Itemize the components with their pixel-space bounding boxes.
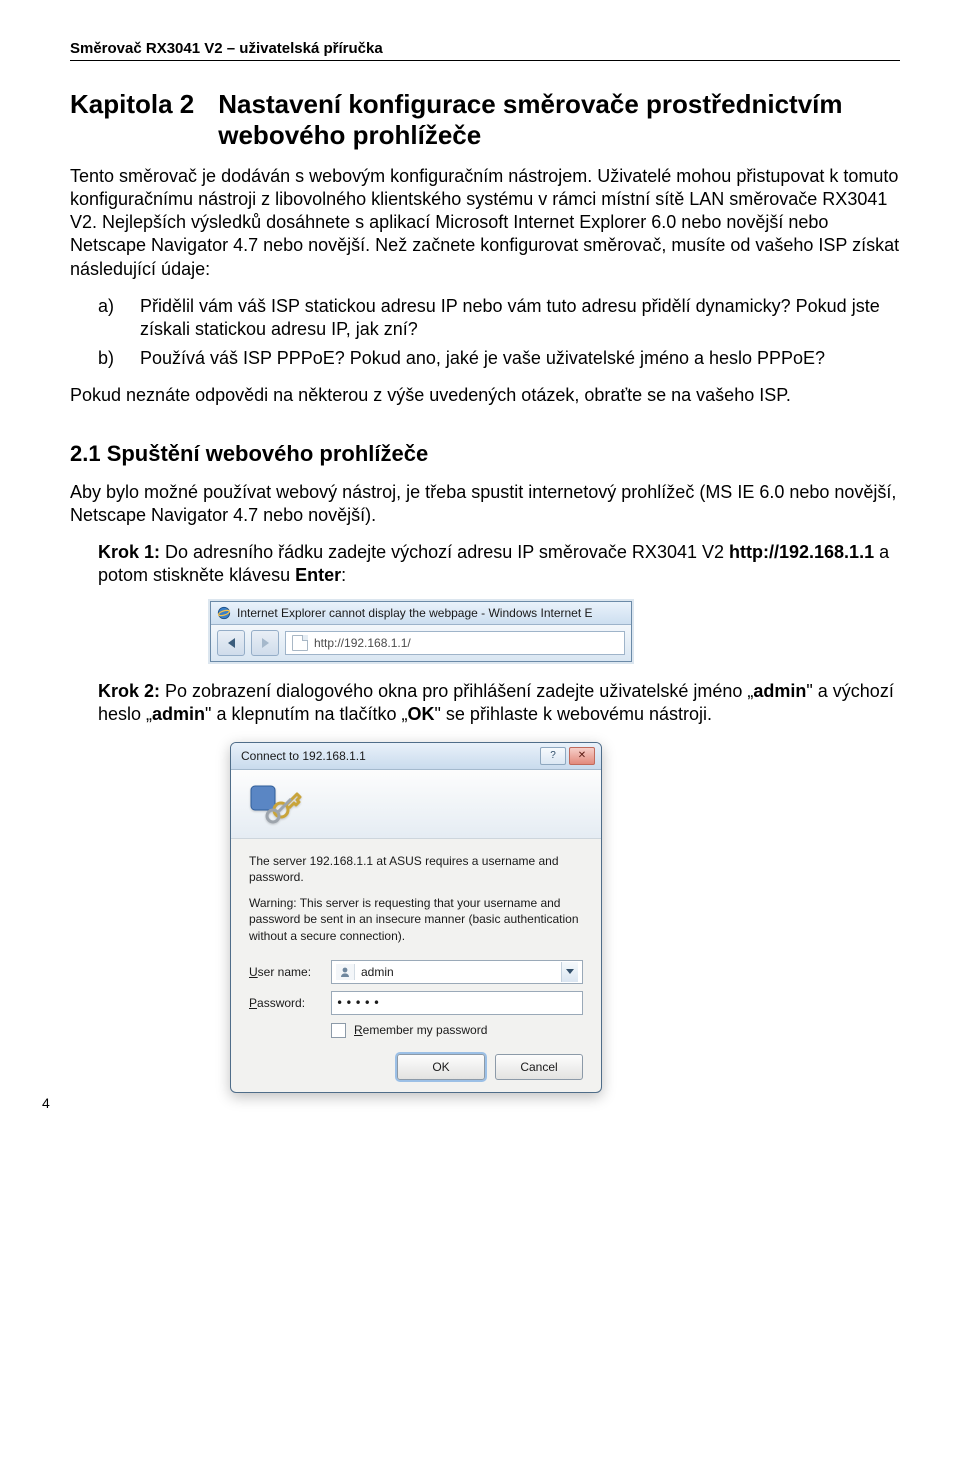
requirements-list: a) Přidělil vám váš ISP statickou adresu… (70, 295, 900, 370)
ie-screenshot: Internet Explorer cannot display the web… (210, 601, 632, 662)
step-2-label: Krok 2: (98, 681, 160, 701)
remember-row: Remember my password (331, 1023, 583, 1038)
ie-title-text: Internet Explorer cannot display the web… (237, 606, 593, 620)
close-button[interactable]: ✕ (569, 747, 595, 765)
remember-checkbox[interactable] (331, 1023, 346, 1038)
after-list-paragraph: Pokud neznáte odpovědi na některou z výš… (70, 384, 900, 407)
intro-paragraph: Tento směrovač je dodáván s webovým konf… (70, 165, 900, 280)
auth-dialog-banner (231, 770, 601, 839)
step-2-ok: OK (408, 704, 435, 724)
chevron-down-icon (566, 969, 574, 974)
cancel-button[interactable]: Cancel (495, 1054, 583, 1080)
ie-logo-icon (217, 606, 231, 620)
chapter-label: Kapitola 2 (70, 89, 194, 120)
section-heading-2-1: 2.1 Spuštění webového prohlížeče (70, 441, 900, 467)
username-value: admin (361, 965, 555, 979)
cancel-button-label: Cancel (520, 1060, 557, 1074)
keys-icon (247, 780, 303, 828)
ie-navbar: http://192.168.1.1/ (211, 625, 631, 661)
chapter-title: Nastavení konfigurace směrovače prostřed… (218, 89, 900, 151)
page-number: 4 (42, 1095, 50, 1111)
step-2-part4: " se přihlaste k webovému nástroji. (435, 704, 713, 724)
step-1-url: http://192.168.1.1 (729, 542, 874, 562)
doc-header: Směrovač RX3041 V2 – uživatelská příručk… (70, 40, 900, 61)
step-1-label: Krok 1: (98, 542, 160, 562)
auth-dialog-titlebar: Connect to 192.168.1.1 ? ✕ (231, 743, 601, 770)
nav-back-button[interactable] (217, 630, 245, 656)
password-value: ••••• (336, 996, 382, 1010)
nav-forward-button[interactable] (251, 630, 279, 656)
auth-dialog: Connect to 192.168.1.1 ? ✕ The server 19… (230, 742, 602, 1093)
help-button[interactable]: ? (540, 747, 566, 765)
password-input[interactable]: ••••• (331, 991, 583, 1015)
list-item: b) Používá váš ISP PPPoE? Pokud ano, jak… (98, 347, 900, 370)
step-1-enter: Enter (295, 565, 341, 585)
ok-button[interactable]: OK (397, 1054, 485, 1080)
step-2-admin2: admin (152, 704, 205, 724)
step-2: Krok 2: Po zobrazení dialogového okna pr… (98, 680, 900, 726)
step-2-part3: " a klepnutím na tlačítko „ (205, 704, 407, 724)
ie-titlebar: Internet Explorer cannot display the web… (211, 602, 631, 625)
step-2-part1: Po zobrazení dialogového okna pro přihlá… (160, 681, 753, 701)
auth-dialog-title: Connect to 192.168.1.1 (241, 749, 366, 763)
section-2-1-body: Aby bylo možné používat webový nástroj, … (70, 481, 900, 527)
password-row: Password: ••••• (249, 991, 583, 1015)
remember-label: Remember my password (354, 1023, 487, 1037)
password-label: Password: (249, 996, 321, 1010)
list-marker-a: a) (98, 295, 122, 341)
arrow-right-icon (262, 638, 269, 648)
help-icon: ? (550, 750, 556, 761)
username-label: User name: (249, 965, 321, 979)
username-row: User name: admin (249, 960, 583, 984)
page-icon (292, 635, 308, 651)
address-url-text: http://192.168.1.1/ (314, 636, 411, 650)
user-icon (336, 964, 355, 980)
step-1: Krok 1: Do adresního řádku zadejte výcho… (98, 541, 900, 587)
list-text-b: Používá váš ISP PPPoE? Pokud ano, jaké j… (140, 347, 825, 370)
step-2-admin1: admin (753, 681, 806, 701)
ok-button-label: OK (432, 1060, 449, 1074)
step-1-part3: : (341, 565, 346, 585)
auth-dialog-message: The server 192.168.1.1 at ASUS requires … (249, 853, 583, 885)
list-text-a: Přidělil vám váš ISP statickou adresu IP… (140, 295, 900, 341)
list-item: a) Přidělil vám váš ISP statickou adresu… (98, 295, 900, 341)
address-input[interactable]: http://192.168.1.1/ (285, 631, 625, 655)
step-1-part1: Do adresního řádku zadejte výchozí adres… (160, 542, 729, 562)
username-dropdown-button[interactable] (561, 962, 578, 982)
close-icon: ✕ (578, 750, 586, 761)
arrow-left-icon (228, 638, 235, 648)
list-marker-b: b) (98, 347, 122, 370)
username-input[interactable]: admin (331, 960, 583, 984)
auth-dialog-warning: Warning: This server is requesting that … (249, 895, 583, 944)
